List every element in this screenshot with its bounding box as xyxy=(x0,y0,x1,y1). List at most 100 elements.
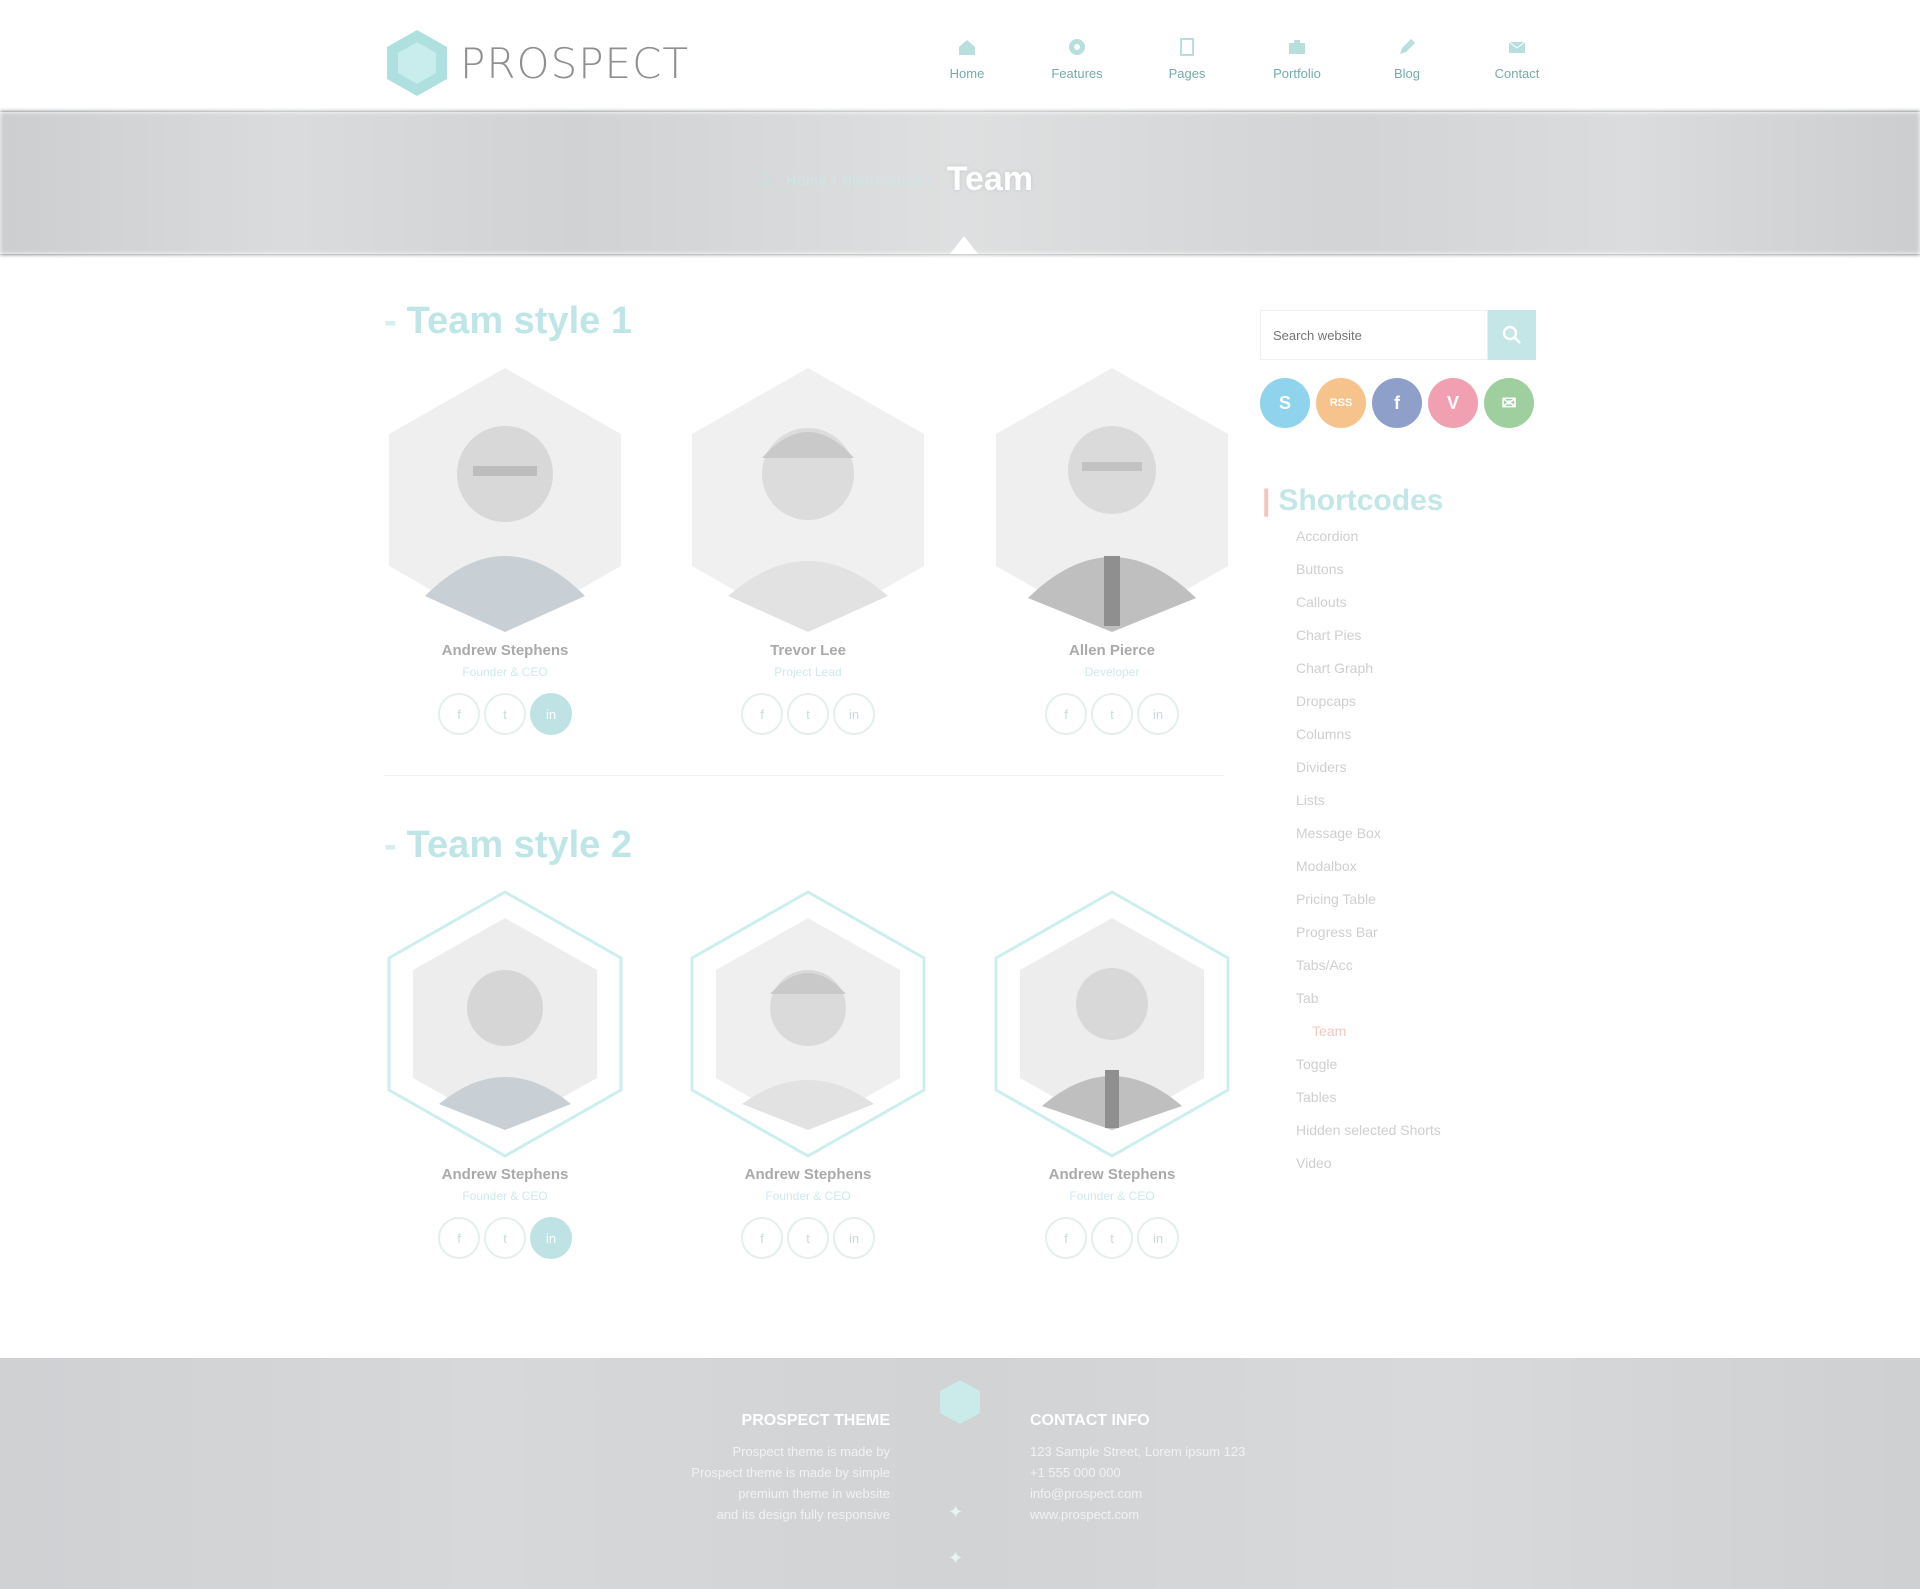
footer-contact-line[interactable]: info@prospect.com xyxy=(1030,1486,1290,1507)
nav-blog[interactable]: Blog xyxy=(1352,36,1462,81)
breadcrumb: ⌂ Home / Shortcodes / Team xyxy=(760,160,1033,199)
twitter-icon[interactable]: t xyxy=(1091,1217,1133,1259)
briefcase-icon xyxy=(1289,40,1305,54)
footer-about-line: Prospect theme is made by xyxy=(732,1444,890,1459)
footer-about: PROSPECT THEME Prospect theme is made by… xyxy=(640,1412,890,1528)
page-title: Team xyxy=(946,160,1034,198)
linkedin-icon[interactable]: in xyxy=(1137,1217,1179,1259)
envelope-icon xyxy=(1508,41,1526,53)
member-socials: f t in xyxy=(688,1217,928,1259)
home-icon xyxy=(959,40,975,55)
shortcode-link[interactable]: Chart Graph xyxy=(1296,660,1441,693)
team-member-card: Allen Pierce Developer f t in xyxy=(992,366,1232,735)
nav-portfolio[interactable]: Portfolio xyxy=(1242,36,1352,81)
site-header: PROSPECT Home Features Pages Portfolio B… xyxy=(0,0,1920,110)
shortcodes-list: Accordion Buttons Callouts Chart Pies Ch… xyxy=(1296,528,1441,1188)
home-icon[interactable]: ⌂ xyxy=(760,168,772,191)
facebook-icon[interactable]: f xyxy=(1372,378,1422,428)
shortcode-link[interactable]: Progress Bar xyxy=(1296,924,1441,957)
skype-icon[interactable]: S xyxy=(1260,378,1310,428)
member-photo xyxy=(387,890,623,1158)
pencil-icon xyxy=(1400,39,1415,54)
shortcodes-widget-title: | Shortcodes xyxy=(1262,484,1443,518)
nav-label: Pages xyxy=(1168,66,1206,81)
search-icon xyxy=(1502,325,1521,344)
banner-notch xyxy=(950,236,978,254)
footer-contact-line[interactable]: www.prospect.com xyxy=(1030,1507,1290,1528)
facebook-icon[interactable]: f xyxy=(741,693,783,735)
member-name: Trevor Lee xyxy=(770,642,846,659)
breadcrumb-trail[interactable]: Home / Shortcodes / xyxy=(786,172,933,188)
shortcode-link-current[interactable]: Team xyxy=(1296,1023,1441,1056)
shortcode-link[interactable]: Lists xyxy=(1296,792,1441,825)
rss-icon[interactable]: RSS xyxy=(1316,378,1366,428)
shortcode-link[interactable]: Buttons xyxy=(1296,561,1441,594)
twitter-icon[interactable]: t xyxy=(787,693,829,735)
shortcode-link[interactable]: Chart Pies xyxy=(1296,627,1441,660)
team-style-2-title: - Team style 2 xyxy=(384,824,632,867)
footer-contact-heading: CONTACT INFO xyxy=(1030,1412,1150,1429)
shortcode-link[interactable]: Message Box xyxy=(1296,825,1441,858)
shortcode-link[interactable]: Tab xyxy=(1296,990,1441,1023)
nav-pages[interactable]: Pages xyxy=(1132,36,1242,81)
shortcode-link[interactable]: Hidden selected Shorts xyxy=(1296,1122,1441,1155)
title-dash: - xyxy=(384,824,397,866)
facebook-icon[interactable]: f xyxy=(438,1217,480,1259)
linkedin-icon[interactable]: in xyxy=(833,693,875,735)
twitter-icon[interactable]: t xyxy=(484,1217,526,1259)
linkedin-icon[interactable]: in xyxy=(530,693,572,735)
search-box xyxy=(1260,310,1536,360)
mail-icon[interactable]: ✉ xyxy=(1484,378,1534,428)
footer-contact-line: 123 Sample Street, Lorem ipsum 123 xyxy=(1030,1444,1246,1459)
twitter-icon[interactable]: t xyxy=(484,693,526,735)
file-icon xyxy=(1180,38,1194,56)
shortcode-link[interactable]: Toggle xyxy=(1296,1056,1441,1089)
linkedin-icon[interactable]: in xyxy=(1137,693,1179,735)
search-input[interactable] xyxy=(1260,310,1488,360)
nav-contact[interactable]: Contact xyxy=(1462,36,1572,81)
shortcode-link[interactable]: Dividers xyxy=(1296,759,1441,792)
facebook-icon[interactable]: f xyxy=(1045,1217,1087,1259)
member-role: Founder & CEO xyxy=(765,1189,851,1203)
nav-label: Contact xyxy=(1494,66,1540,81)
facebook-icon[interactable]: f xyxy=(741,1217,783,1259)
twitter-icon[interactable]: t xyxy=(787,1217,829,1259)
linkedin-icon[interactable]: in xyxy=(833,1217,875,1259)
member-photo xyxy=(996,368,1228,632)
title-dash: - xyxy=(384,300,397,342)
shortcode-link[interactable]: Callouts xyxy=(1296,594,1441,627)
shortcode-link[interactable]: Video xyxy=(1296,1155,1441,1188)
shortcode-link[interactable]: Tables xyxy=(1296,1089,1441,1122)
member-name: Andrew Stephens xyxy=(441,1166,569,1183)
shortcode-link[interactable]: Pricing Table xyxy=(1296,891,1441,924)
nav-features[interactable]: Features xyxy=(1022,36,1132,81)
facebook-icon[interactable]: f xyxy=(1045,693,1087,735)
vimeo-icon[interactable]: V xyxy=(1428,378,1478,428)
main-nav: Home Features Pages Portfolio Blog Conta… xyxy=(912,36,1572,81)
twitter-icon[interactable]: t xyxy=(1091,693,1133,735)
section-divider xyxy=(384,775,1224,776)
facebook-icon[interactable]: f xyxy=(438,693,480,735)
member-role: Founder & CEO xyxy=(462,665,548,679)
shortcode-link[interactable]: Accordion xyxy=(1296,528,1441,561)
shortcode-link[interactable]: Dropcaps xyxy=(1296,693,1441,726)
gear-icon xyxy=(1069,39,1085,55)
team-member-card: Andrew Stephens Founder & CEO f t in xyxy=(385,890,625,1259)
shortcode-link[interactable]: Columns xyxy=(1296,726,1441,759)
team-member-card: Andrew Stephens Founder & CEO f t in xyxy=(992,890,1232,1259)
footer-about-line: Prospect theme is made by simple xyxy=(691,1465,890,1480)
member-socials: f t in xyxy=(385,1217,625,1259)
title-dash: | xyxy=(1262,484,1271,517)
linkedin-icon[interactable]: in xyxy=(530,1217,572,1259)
nav-home[interactable]: Home xyxy=(912,36,1022,81)
member-socials: f t in xyxy=(688,693,928,735)
shortcode-link[interactable]: Tabs/Acc xyxy=(1296,957,1441,990)
nav-label: Home xyxy=(949,66,985,81)
nav-label: Portfolio xyxy=(1273,66,1321,81)
logo[interactable]: PROSPECT xyxy=(384,28,689,98)
search-button[interactable] xyxy=(1488,310,1536,360)
footer-contact-line: +1 555 000 000 xyxy=(1030,1465,1121,1480)
member-name: Andrew Stephens xyxy=(1048,1166,1176,1183)
shortcode-link[interactable]: Modalbox xyxy=(1296,858,1441,891)
member-name: Allen Pierce xyxy=(1069,642,1155,659)
